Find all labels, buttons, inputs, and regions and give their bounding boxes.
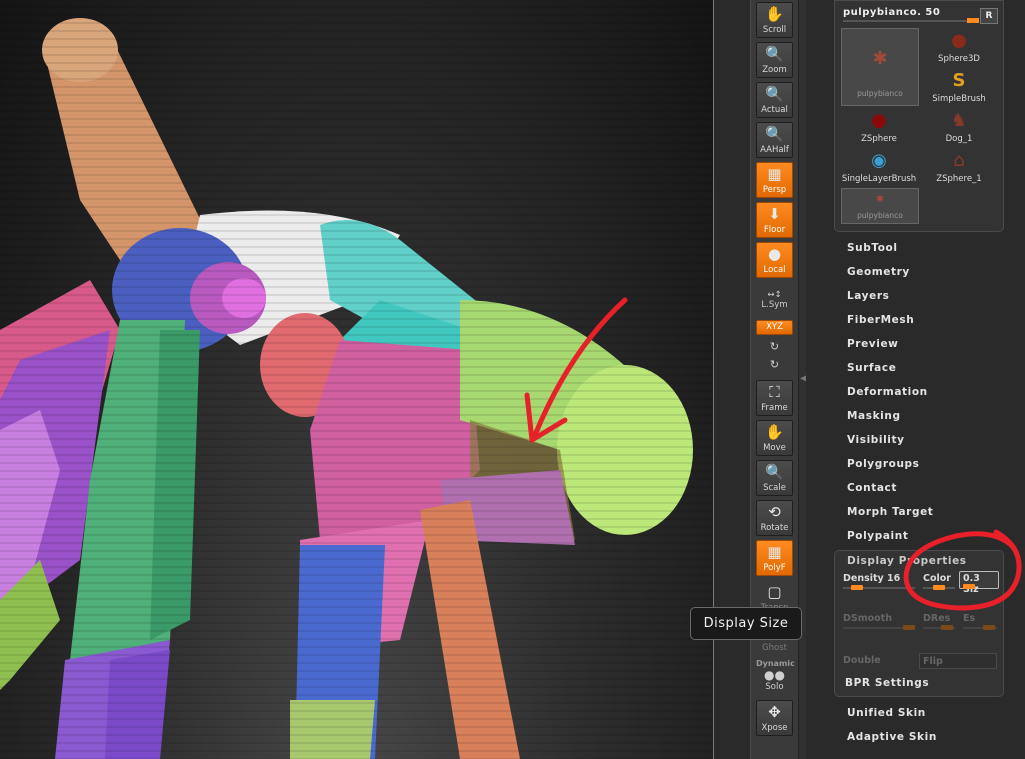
tool-zsphere[interactable]: ● ZSphere [841, 108, 917, 146]
aahalf-button[interactable]: 🔍 AAHalf [756, 122, 793, 158]
density-knob[interactable] [851, 585, 863, 590]
solo-button[interactable]: ●● Solo [756, 668, 793, 692]
magnifier-icon: 🔍 [765, 463, 784, 481]
rotate-button[interactable]: ⟲ Rotate [756, 500, 793, 536]
right-shelf: ✋ Scroll 🔍 Zoom 🔍 Actual 🔍 AAHalf ▦ Persp ⬇ Fl… [750, 0, 799, 759]
rotate-icon: ⟲ [768, 503, 781, 521]
actual-button[interactable]: 🔍 Actual [756, 82, 793, 118]
es-slider[interactable]: Es [963, 613, 997, 630]
dynamic-label: Dynamic [756, 659, 795, 668]
simplebrush-icon: S [952, 70, 966, 91]
tool-dog1[interactable]: ♞ Dog_1 [921, 108, 997, 146]
polyframe-icon: ▦ [767, 543, 782, 561]
magnifier-icon: 🔍 [765, 85, 784, 103]
pose-thumbnail-icon: ✱ [875, 194, 885, 205]
menu-layers[interactable]: Layers [847, 290, 889, 302]
tool-simplebrush[interactable]: S SimpleBrush [921, 68, 997, 106]
menu-visibility[interactable]: Visibility [847, 434, 905, 446]
double-button[interactable]: Double [843, 655, 881, 666]
3d-viewport[interactable] [0, 0, 713, 759]
persp-button[interactable]: ▦ Persp [756, 162, 793, 198]
tool-zsphere1[interactable]: ⌂ ZSphere_1 [921, 148, 997, 186]
menu-unified-skin[interactable]: Unified Skin [847, 707, 926, 719]
hand-icon: ✋ [765, 5, 784, 23]
menu-masking[interactable]: Masking [847, 410, 901, 422]
zoom-button[interactable]: 🔍 Zoom [756, 42, 793, 78]
solo-icon: ●● [764, 668, 785, 682]
dres-slider[interactable]: DRes [923, 613, 955, 630]
display-size-tooltip: Display Size [690, 607, 802, 640]
menu-contact[interactable]: Contact [847, 482, 897, 494]
current-tool-name: pulpybianco. 50 [843, 7, 941, 18]
lsym-button[interactable]: ↔↕ L.Sym [756, 290, 793, 310]
transp-icon: ▢ [767, 583, 782, 601]
r-button[interactable]: R [980, 8, 998, 24]
tool-slider[interactable] [843, 18, 979, 23]
floor-button[interactable]: ⬇ Floor [756, 202, 793, 238]
menu-preview[interactable]: Preview [847, 338, 898, 350]
zsphere-model [0, 0, 713, 759]
zsphere-icon: ● [871, 110, 887, 131]
menu-deformation[interactable]: Deformation [847, 386, 928, 398]
grid-icon: ▦ [767, 165, 782, 183]
local-icon: ● [767, 245, 782, 263]
frame-button[interactable]: ⛶ Frame [756, 380, 793, 416]
menu-surface[interactable]: Surface [847, 362, 896, 374]
flip-button[interactable]: Flip [919, 653, 997, 669]
menu-fibermesh[interactable]: FiberMesh [847, 314, 914, 326]
symmetry-icon: ↔↕ [767, 290, 782, 300]
tool-thumb-pulpybianco-2[interactable]: ✱ pulpybianco [841, 188, 919, 224]
slider-knob[interactable] [967, 18, 979, 23]
menu-geometry[interactable]: Geometry [847, 266, 910, 278]
tool-thumb-pulpybianco[interactable]: ✱ pulpybianco [841, 28, 919, 106]
scroll-button[interactable]: ✋ Scroll [756, 2, 793, 38]
xpose-button[interactable]: ✥ Xpose [756, 700, 793, 736]
dsmooth-slider[interactable]: DSmooth [843, 613, 915, 630]
tool-singlelayerbrush[interactable]: ◉ SingleLayerBrush [841, 148, 917, 186]
zsphere-icon: ⌂ [953, 150, 965, 171]
rotate-y-icon[interactable]: ↻ [756, 340, 793, 353]
move-button[interactable]: ✋ Move [756, 420, 793, 456]
tool-sphere3d[interactable]: ● Sphere3D [921, 28, 997, 66]
annotation-circle [903, 529, 1022, 611]
menu-adaptive-skin[interactable]: Adaptive Skin [847, 731, 937, 743]
floor-icon: ⬇ [768, 205, 781, 223]
menu-morph-target[interactable]: Morph Target [847, 506, 933, 518]
pose-thumbnail-icon: ✱ [872, 48, 888, 69]
singlelayerbrush-icon: ◉ [871, 150, 887, 171]
menu-subtool[interactable]: SubTool [847, 242, 898, 254]
dog-icon: ♞ [950, 110, 968, 131]
tool-panel: pulpybianco. 50 R ✱ pulpybianco ● Sphere… [834, 0, 1004, 232]
ghost-button[interactable]: Ghost [756, 643, 793, 653]
local-button[interactable]: ● Local [756, 242, 793, 278]
magnifier-icon: 🔍 [765, 125, 784, 143]
sphere-icon: ● [951, 30, 967, 51]
menu-bpr-settings[interactable]: BPR Settings [845, 677, 929, 689]
menu-polygroups[interactable]: Polygroups [847, 458, 920, 470]
hand-icon: ✋ [765, 423, 784, 441]
rotate-z-icon[interactable]: ↻ [756, 358, 793, 371]
frame-icon: ⛶ [769, 383, 780, 401]
magnifier-icon: 🔍 [765, 45, 784, 63]
polyf-button[interactable]: ▦ PolyF [756, 540, 793, 576]
xyz-button[interactable]: XYZ [756, 320, 793, 335]
xpose-icon: ✥ [768, 703, 781, 721]
scale-button[interactable]: 🔍 Scale [756, 460, 793, 496]
viewport-margin [714, 0, 750, 759]
